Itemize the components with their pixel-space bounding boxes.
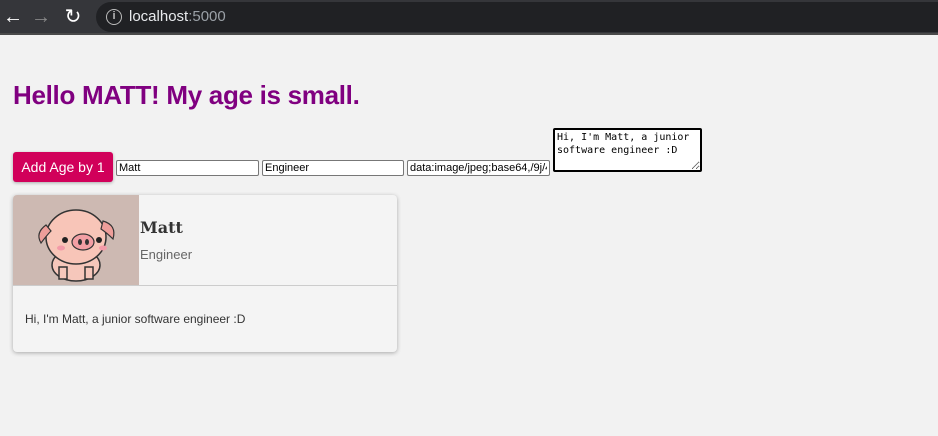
pig-avatar bbox=[13, 195, 139, 285]
page-title: Hello MATT! My age is small. bbox=[13, 80, 360, 110]
profile-card: Matt Engineer Hi, I'm Matt, a junior sof… bbox=[13, 195, 397, 352]
card-divider bbox=[13, 285, 397, 286]
browser-toolbar: ← → ↻ i localhost:5000 bbox=[0, 0, 938, 35]
description-textarea[interactable]: Hi, I'm Matt, a junior software engineer… bbox=[553, 128, 702, 172]
add-age-button[interactable]: Add Age by 1 bbox=[13, 152, 113, 182]
image-input[interactable] bbox=[407, 160, 550, 176]
back-icon[interactable]: ← bbox=[2, 6, 24, 28]
card-description: Hi, I'm Matt, a junior software engineer… bbox=[25, 312, 246, 326]
info-icon[interactable]: i bbox=[106, 9, 122, 25]
address-bar[interactable]: i localhost:5000 bbox=[96, 2, 938, 32]
card-name: Matt bbox=[140, 218, 183, 237]
forward-icon[interactable]: → bbox=[30, 6, 52, 28]
url-text: localhost:5000 bbox=[129, 8, 226, 25]
job-input[interactable] bbox=[262, 160, 404, 176]
card-job: Engineer bbox=[140, 247, 193, 262]
reload-icon[interactable]: ↻ bbox=[62, 6, 84, 28]
name-input[interactable] bbox=[116, 160, 259, 176]
